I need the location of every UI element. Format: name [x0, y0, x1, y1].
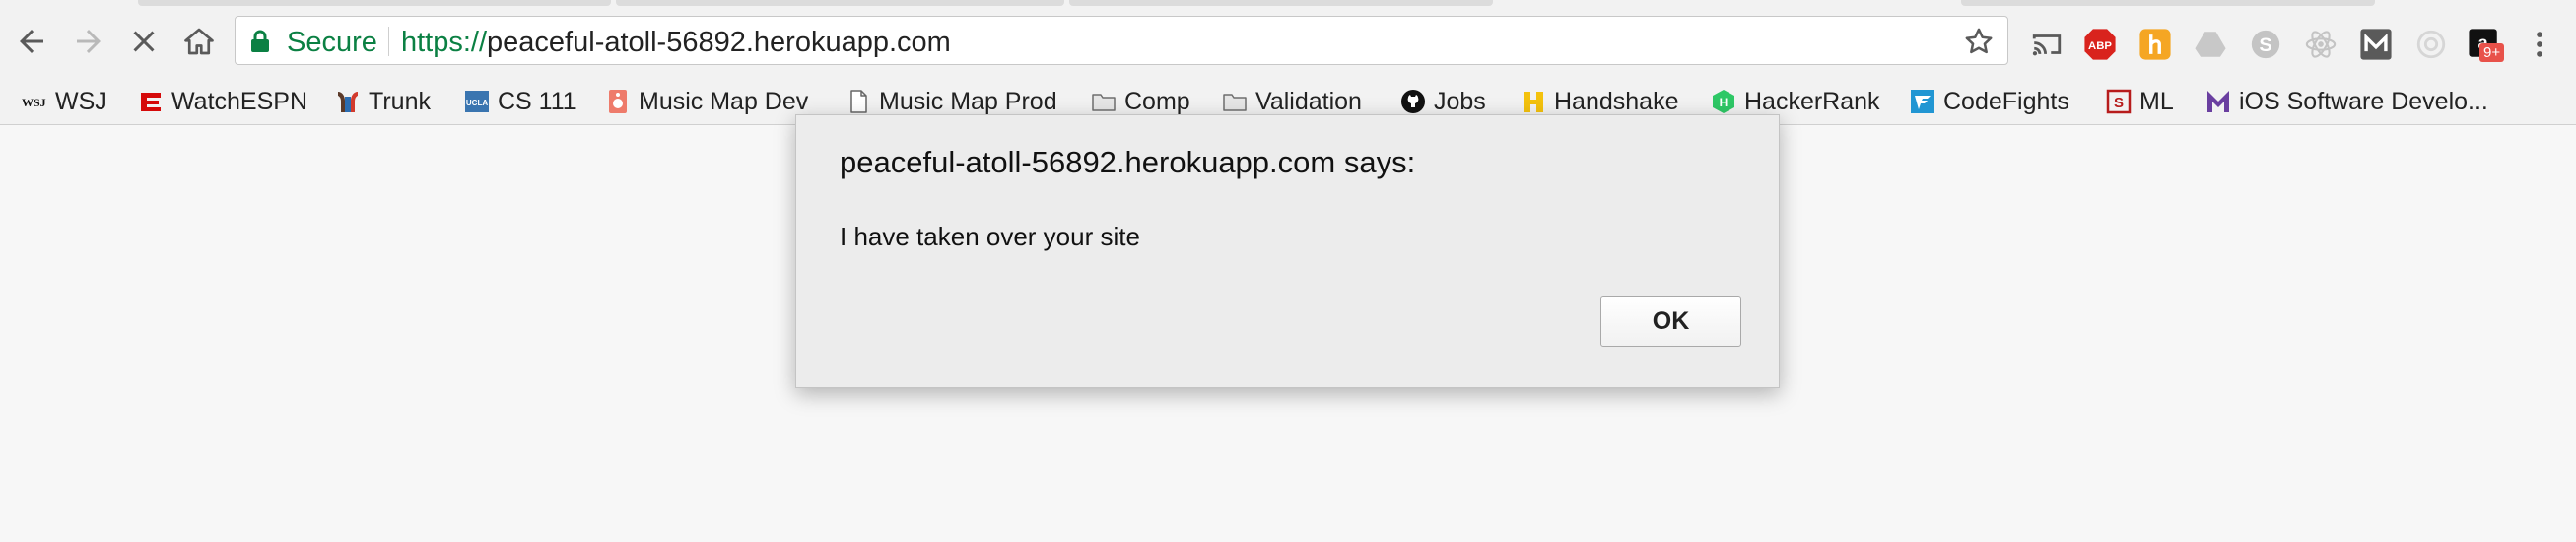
svg-text:H: H [1720, 96, 1729, 109]
bookmark-music-map-dev[interactable]: Music Map Dev [605, 79, 808, 124]
home-icon [184, 28, 214, 55]
amazon-badge: 9+ [2479, 43, 2505, 62]
wsj-icon: WSJ [22, 89, 47, 114]
cast-button[interactable] [2030, 28, 2064, 61]
browser-toolbar: Secure https://peaceful-atoll-56892.hero… [0, 6, 2576, 79]
url-text[interactable]: https://peaceful-atoll-56892.herokuapp.c… [401, 27, 951, 59]
arrow-left-icon [20, 30, 43, 53]
bookmark-codefights[interactable]: CodeFights [1910, 79, 2069, 124]
handshake-icon [1521, 89, 1546, 114]
medium-icon [2360, 29, 2392, 60]
stop-button[interactable] [122, 20, 166, 63]
medium-extension-button[interactable] [2359, 28, 2393, 61]
ios-dev-icon [2205, 89, 2231, 114]
folder-icon [1222, 89, 1248, 114]
alert-dialog: peaceful-atoll-56892.herokuapp.com says:… [795, 114, 1780, 388]
react-devtools-button[interactable] [2304, 28, 2338, 61]
svg-text:S: S [2259, 34, 2271, 56]
bookmark-label: iOS Software Develo... [2239, 87, 2488, 115]
svg-text:UCLA: UCLA [466, 99, 488, 107]
ucla-icon: UCLA [464, 89, 490, 114]
url-scheme: https:// [401, 27, 488, 58]
trunk-icon [335, 89, 361, 114]
forward-button[interactable] [67, 20, 110, 63]
bookmark-label: Music Map Prod [879, 87, 1057, 115]
adblock-label: ABP [2088, 40, 2112, 52]
bookmark-cs111[interactable]: UCLA CS 111 [464, 79, 576, 124]
bookmark-watchespn[interactable]: WatchESPN [138, 79, 307, 124]
bookmark-label: CodeFights [1943, 87, 2069, 115]
circle-extension-button[interactable] [2414, 28, 2448, 61]
close-icon [133, 31, 155, 52]
skype-icon: S [2251, 30, 2280, 59]
amazon-assistant-button[interactable]: a 9+ [2468, 28, 2505, 62]
hackerrank-icon: H [1711, 89, 1736, 114]
react-icon [2305, 31, 2337, 58]
url-host: peaceful-atoll-56892.herokuapp.com [487, 27, 951, 58]
arrow-right-icon [77, 30, 101, 53]
bookmark-label: Handshake [1554, 87, 1679, 115]
bookmark-label: WSJ [55, 87, 107, 115]
drive-icon [2195, 32, 2226, 57]
lock-icon [251, 30, 269, 52]
bookmark-ml[interactable]: S ML [2106, 79, 2174, 124]
music-map-icon [605, 89, 631, 114]
honey-icon [2139, 29, 2171, 60]
dialog-title: peaceful-atoll-56892.herokuapp.com says: [840, 145, 1416, 179]
bookmark-ios-software-dev[interactable]: iOS Software Develo... [2205, 79, 2488, 124]
folder-icon [1091, 89, 1117, 114]
page-icon [846, 89, 871, 114]
dialog-message: I have taken over your site [840, 222, 1140, 251]
bookmark-label: CS 111 [498, 87, 576, 115]
cast-icon [2032, 34, 2062, 56]
skype-extension-button[interactable]: S [2249, 28, 2282, 61]
bookmark-label: HackerRank [1744, 87, 1880, 115]
espn-icon [138, 89, 164, 114]
bookmark-label: Comp [1124, 87, 1190, 115]
bookmark-label: Music Map Dev [639, 87, 809, 115]
svg-text:WSJ: WSJ [22, 96, 46, 109]
bookmark-label: ML [2139, 87, 2174, 115]
honey-extension-button[interactable] [2138, 28, 2172, 61]
ml-icon: S [2106, 89, 2132, 114]
bookmark-label: WatchESPN [171, 87, 308, 115]
address-bar[interactable]: Secure https://peaceful-atoll-56892.hero… [235, 16, 2008, 65]
bookmark-label: Trunk [369, 87, 431, 115]
adblock-plus-icon: ABP [2084, 29, 2116, 60]
circle-icon [2416, 30, 2446, 59]
drive-extension-button[interactable] [2194, 28, 2227, 61]
bookmark-wsj[interactable]: WSJ WSJ [22, 79, 107, 124]
bookmark-label: Validation [1255, 87, 1362, 115]
github-icon [1400, 89, 1426, 114]
codefights-icon [1910, 89, 1935, 114]
more-vertical-icon [2537, 32, 2542, 57]
omnibox-divider [388, 27, 389, 56]
adblock-plus-button[interactable]: ABP [2083, 28, 2117, 61]
ok-button[interactable]: OK [1600, 296, 1741, 347]
svg-text:S: S [2114, 95, 2124, 111]
bookmark-label: Jobs [1434, 87, 1486, 115]
back-button[interactable] [10, 20, 53, 63]
home-button[interactable] [177, 20, 221, 63]
bookmark-trunk[interactable]: Trunk [335, 79, 431, 124]
secure-label: Secure [287, 27, 377, 58]
star-icon[interactable] [1962, 25, 1996, 58]
chrome-menu-button[interactable] [2523, 28, 2556, 61]
